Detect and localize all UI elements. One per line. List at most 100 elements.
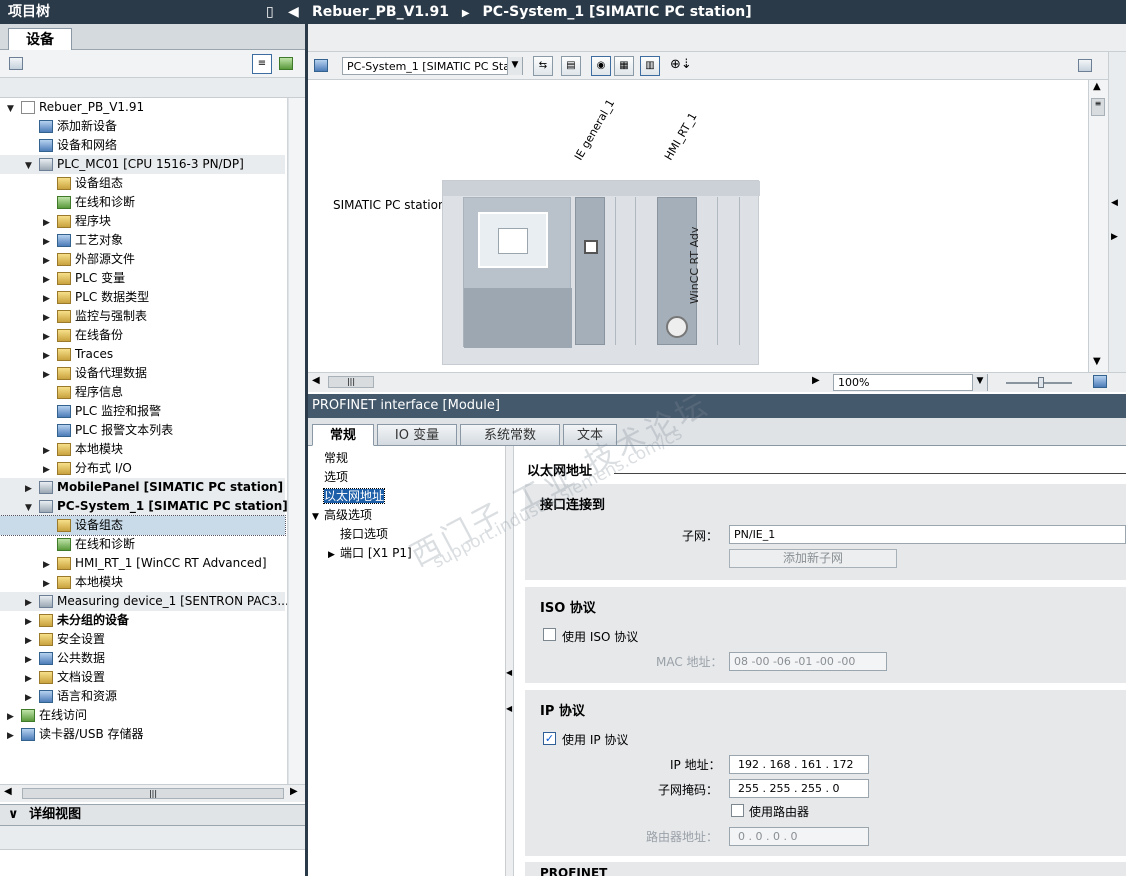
wincc-rt-label: WinCC RT Adv	[688, 226, 701, 304]
tab-io-tags[interactable]: IO 变量	[377, 424, 457, 446]
pc-station-rack[interactable]: WinCC RT Adv	[442, 180, 760, 365]
tree-item[interactable]: ▶ 未分组的设备	[0, 611, 285, 630]
tree-item[interactable]: 程序信息	[0, 383, 285, 402]
nav-splitter[interactable]: ◀ ◀	[506, 446, 514, 876]
use-iso-checkbox[interactable]	[543, 628, 556, 641]
tree-item[interactable]: 设备组态	[0, 174, 285, 193]
tree-item[interactable]: ▶ 程序块	[0, 212, 285, 231]
show-names-button[interactable]: ▤	[561, 56, 581, 76]
tab-system-constants[interactable]: 系统常数	[460, 424, 560, 446]
collapse-tree-icon[interactable]: ◀	[288, 0, 299, 24]
use-router-checkbox[interactable]	[731, 804, 744, 817]
property-nav-item[interactable]: 接口选项	[328, 525, 388, 543]
tree-item[interactable]: ▶ 读卡器/USB 存储器	[0, 725, 285, 744]
expand-toggle-icon[interactable]: ▶	[6, 727, 15, 746]
scroll-down-icon[interactable]: ▼	[1093, 356, 1101, 367]
tab-texts[interactable]: 文本	[563, 424, 617, 446]
tree-item-label: 设备和网络	[57, 138, 118, 152]
expand-right-icon[interactable]: ◀	[1111, 198, 1118, 208]
zoom-slider-thumb[interactable]	[1038, 377, 1044, 388]
tree-sync-icon[interactable]	[279, 57, 293, 70]
tree-item[interactable]: ▶ 外部源文件	[0, 250, 285, 269]
tree-item[interactable]: ▶ 设备代理数据	[0, 364, 285, 383]
property-nav-item[interactable]: 常规	[312, 449, 348, 467]
tree-item[interactable]: ▶ Measuring device_1 [SENTRON PAC3...	[0, 592, 287, 611]
subnet-field[interactable]: PN/IE_1	[729, 525, 1126, 544]
ip-address-field[interactable]: 192 . 168 . 161 . 172	[729, 755, 869, 774]
tree-item[interactable]: ▶ 公共数据	[0, 649, 285, 668]
breadcrumb-device[interactable]: PC-System_1 [SIMATIC PC station]	[482, 4, 751, 20]
tree-item[interactable]: PLC 报警文本列表	[0, 421, 285, 440]
breadcrumb-project[interactable]: Rebuer_PB_V1.91	[312, 4, 449, 20]
tree-item[interactable]: ▶ 工艺对象	[0, 231, 285, 250]
hscroll-thumb[interactable]: |||	[328, 376, 374, 388]
zoom-select[interactable]: 100% ▼	[833, 374, 988, 391]
tree-item[interactable]: ▶ 在线备份	[0, 326, 285, 345]
hscroll-right-icon[interactable]: ▶	[812, 375, 820, 386]
tree-item[interactable]: 设备和网络	[0, 136, 285, 155]
nav-collapse-icon-2[interactable]: ◀	[506, 704, 512, 713]
overview-icon[interactable]	[1093, 375, 1107, 388]
tree-item[interactable]: ▶ 语言和资源	[0, 687, 285, 706]
tree-item[interactable]: 设备组态	[0, 515, 286, 536]
tree-item[interactable]: ▶ 分布式 I/O	[0, 459, 285, 478]
nav-expand-icon[interactable]: ▶	[328, 546, 340, 564]
zoom-slider[interactable]	[1006, 377, 1072, 388]
device-tree-settings-icon[interactable]	[9, 57, 23, 70]
detail-view-header[interactable]: ∨ 详细视图	[0, 804, 305, 826]
grid-toggle-button[interactable]: ▦	[614, 56, 634, 76]
tab-general[interactable]: 常规	[312, 424, 374, 446]
topology-icon[interactable]	[314, 59, 328, 72]
network-view-button[interactable]: ⇆	[533, 56, 553, 76]
nav-collapse-icon[interactable]: ◀	[506, 668, 512, 677]
scroll-right-icon[interactable]: ▶	[290, 786, 298, 797]
canvas-vthumb[interactable]: ≡	[1091, 98, 1105, 116]
tree-item[interactable]: ▶ 本地模块	[0, 440, 285, 459]
property-nav-item[interactable]: 选项	[312, 468, 348, 486]
zoom-icon[interactable]: ⊕⇣	[670, 57, 692, 72]
scroll-left-icon[interactable]: ◀	[4, 786, 12, 797]
tree-item[interactable]: ▶ PLC 数据类型	[0, 288, 285, 307]
panel-icon[interactable]	[1078, 59, 1092, 72]
tree-item[interactable]: ▶ Traces	[0, 345, 285, 364]
hscroll-left-icon[interactable]: ◀	[312, 375, 320, 386]
add-subnet-button[interactable]: 添加新子网	[729, 549, 897, 568]
property-nav-item[interactable]: ▶ 端口 [X1 P1]	[328, 544, 412, 562]
property-nav-item[interactable]: ▼ 高级选项	[312, 506, 372, 524]
pc-module-slot[interactable]	[463, 197, 572, 348]
subnet-mask-field[interactable]: 255 . 255 . 255 . 0	[729, 779, 869, 798]
tree-item[interactable]: ▶ PLC 变量	[0, 269, 285, 288]
hmi-rt-module[interactable]: WinCC RT Adv	[657, 197, 701, 345]
tree-item[interactable]: 添加新设备	[0, 117, 285, 136]
tree-item[interactable]: ▶ 本地模块	[0, 573, 285, 592]
pin-icon[interactable]: ▯	[266, 0, 274, 24]
tree-item[interactable]: ▶ HMI_RT_1 [WinCC RT Advanced]	[0, 554, 285, 573]
tree-item[interactable]: ▶ 监控与强制表	[0, 307, 285, 326]
table-toggle-button[interactable]: ▥	[640, 56, 660, 76]
tree-item[interactable]: ▶ 安全设置	[0, 630, 285, 649]
expand-right-icon-2[interactable]: ▶	[1111, 232, 1118, 242]
tree-item[interactable]: PLC 监控和报警	[0, 402, 285, 421]
tree-item[interactable]: 在线和诊断	[0, 193, 285, 212]
tree-item[interactable]: 在线和诊断	[0, 535, 285, 554]
tree-item[interactable]: ▶ 文档设置	[0, 668, 285, 687]
use-ip-checkbox[interactable]: ✓	[543, 732, 556, 745]
tree-item[interactable]: ▼ Rebuer_PB_V1.91	[0, 98, 285, 117]
tab-devices[interactable]: 设备	[8, 28, 72, 51]
scroll-up-icon[interactable]: ▲	[1093, 81, 1101, 92]
dropdown-icon[interactable]: ▼	[507, 57, 522, 75]
scroll-thumb[interactable]: |||	[22, 788, 284, 799]
ie-general-module[interactable]	[575, 197, 605, 345]
tree-view-button[interactable]: ≡	[252, 54, 272, 74]
device-select[interactable]: PC-System_1 [SIMATIC PC Stat ▼	[342, 57, 523, 75]
tree-hscrollbar[interactable]: ◀ ||| ▶	[0, 784, 305, 802]
tree-item[interactable]: ▶ MobilePanel [SIMATIC PC station]	[0, 478, 285, 497]
tree-item[interactable]: ▶ 在线访问	[0, 706, 285, 725]
canvas-vscrollbar[interactable]: ▲ ≡ ▼	[1088, 80, 1108, 372]
eye-toggle-button[interactable]: ◉	[591, 56, 611, 76]
nav-expand-icon[interactable]: ▼	[312, 508, 324, 526]
property-nav-item[interactable]: 以太网地址	[312, 487, 386, 505]
tree-item[interactable]: ▼ PLC_MC01 [CPU 1516-3 PN/DP]	[0, 155, 285, 174]
tree-item[interactable]: ▼ PC-System_1 [SIMATIC PC station]	[0, 497, 287, 516]
zoom-dropdown-icon[interactable]: ▼	[972, 374, 987, 391]
